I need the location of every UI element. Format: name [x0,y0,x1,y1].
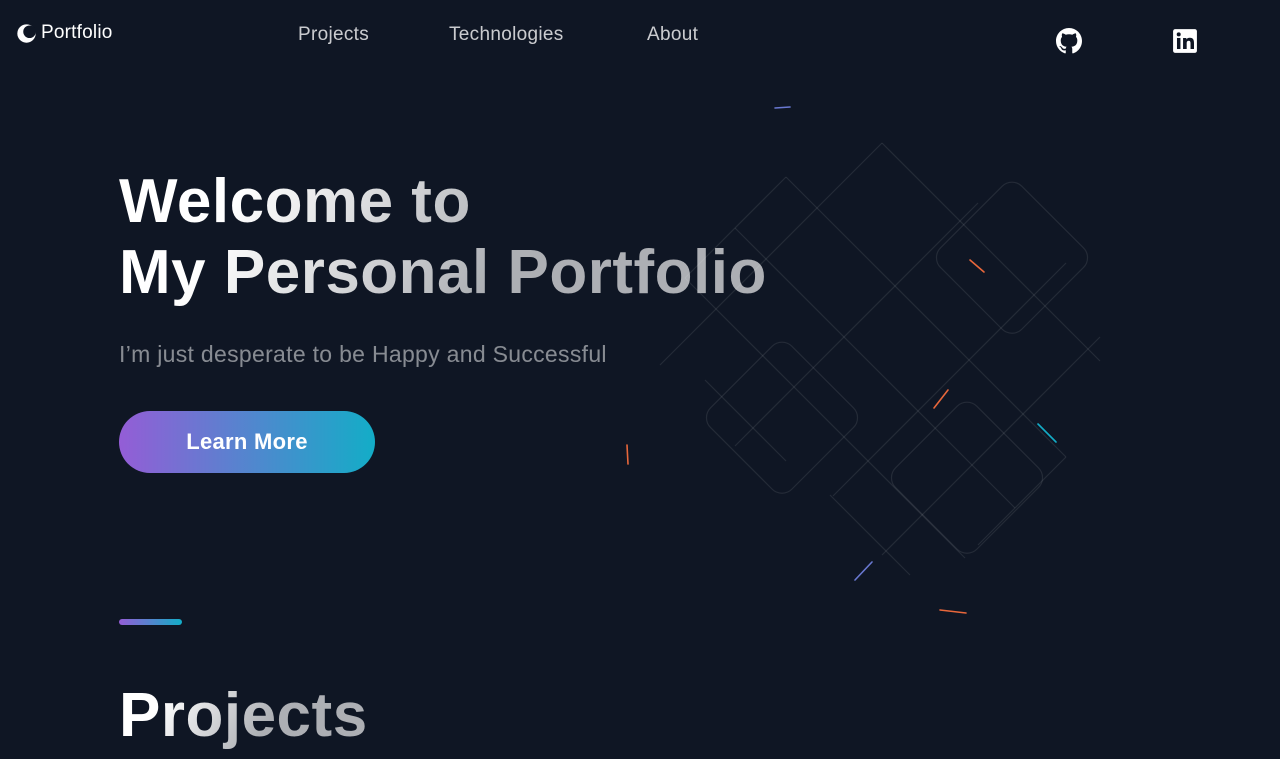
logo-text: Portfolio [41,22,113,43]
github-link[interactable] [1056,28,1082,54]
page: Portfolio Projects Technologies About We… [0,0,1280,759]
hero-subtitle: I’m just desperate to be Happy and Succe… [119,341,607,367]
logo-icon [17,23,36,43]
hero-title: Welcome to My Personal Portfolio [119,166,767,308]
hero-title-line-2: My Personal Portfolio [119,238,767,307]
nav-projects[interactable]: Projects [298,24,369,46]
github-icon [1056,28,1082,54]
nav-technologies[interactable]: Technologies [449,24,564,46]
hero-title-line-1: Welcome to [119,167,471,236]
learn-more-button[interactable]: Learn More [119,411,375,473]
projects-section-title: Projects [119,681,368,750]
site-header: Portfolio Projects Technologies About [0,0,1280,72]
logo-link[interactable]: Portfolio [16,22,113,44]
nav-about[interactable]: About [647,24,698,46]
section-divider [119,619,182,625]
linkedin-link[interactable] [1172,28,1198,54]
linkedin-icon [1173,29,1197,53]
